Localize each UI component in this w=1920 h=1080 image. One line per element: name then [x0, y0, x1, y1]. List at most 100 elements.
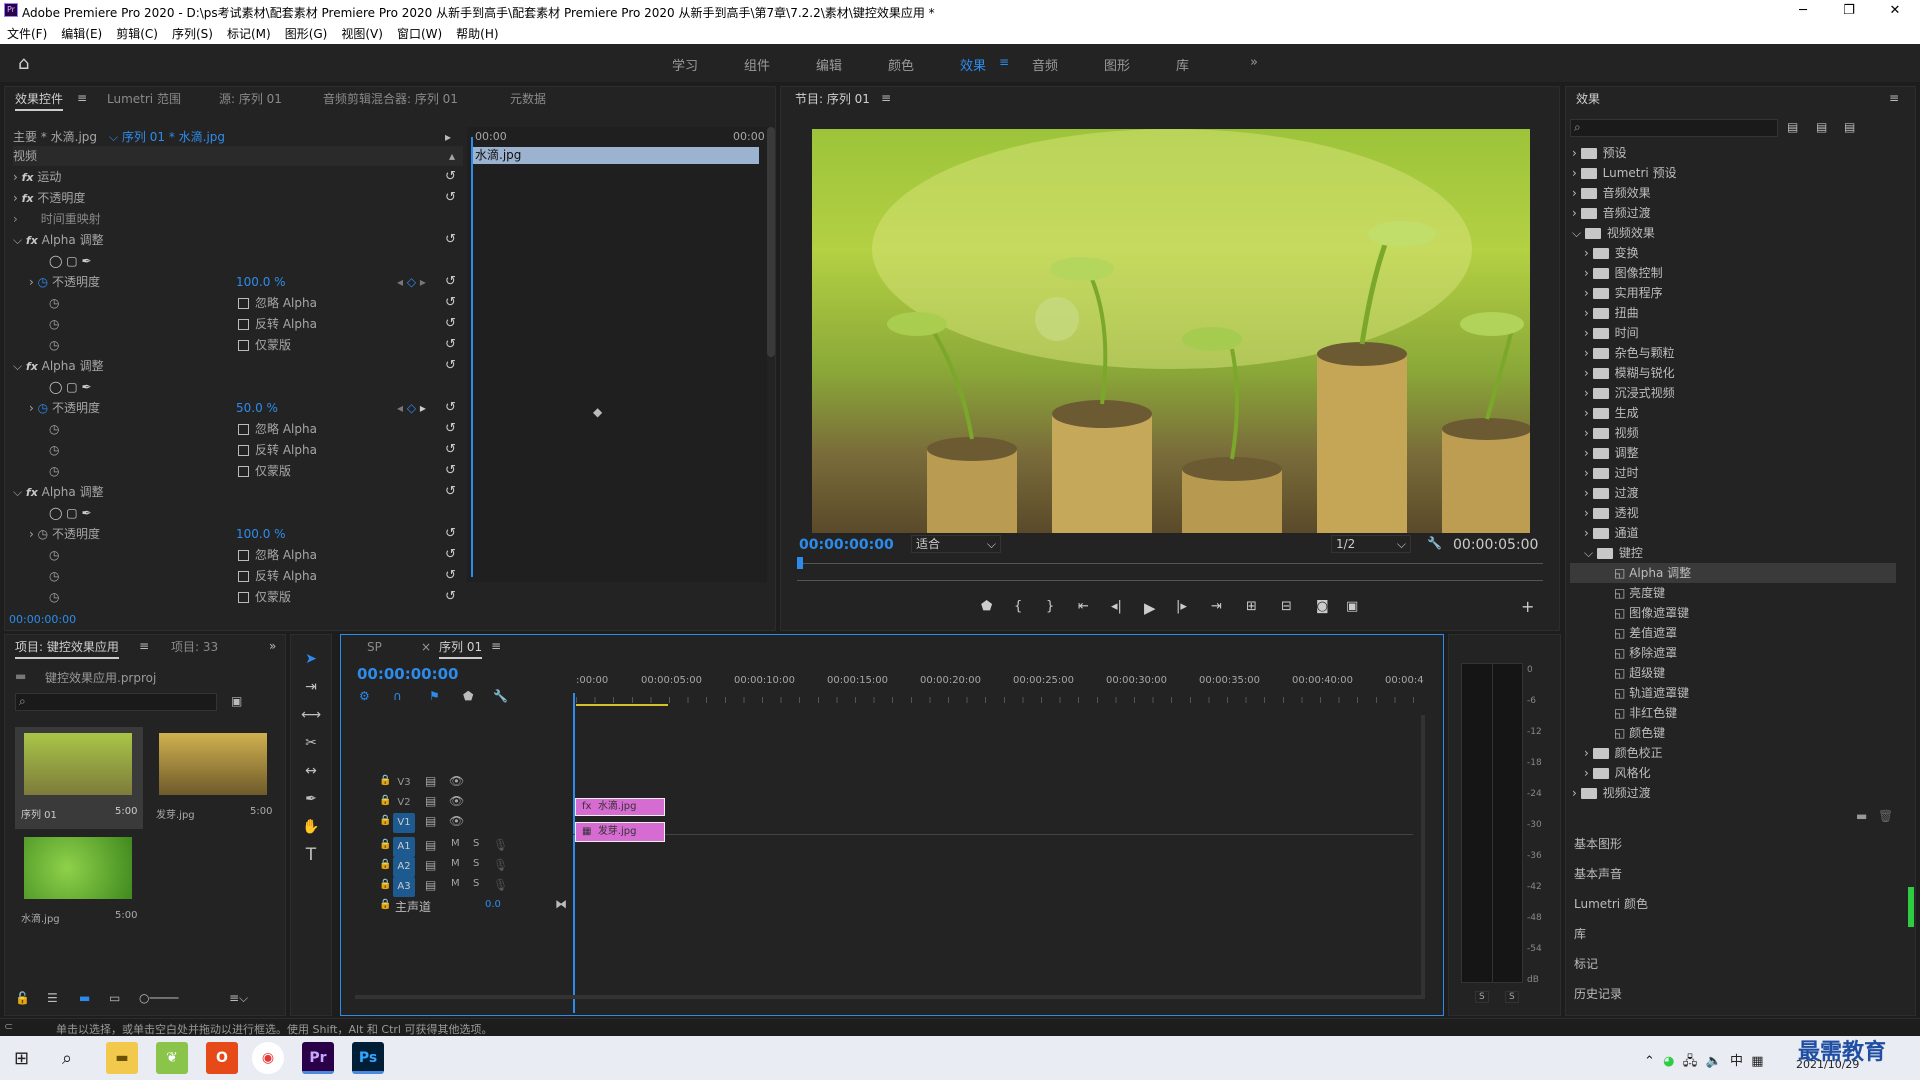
- restore-button[interactable]: ❐: [1826, 0, 1872, 22]
- ws-editing[interactable]: 编辑: [816, 55, 842, 74]
- tree-transition[interactable]: › 过渡: [1584, 483, 1639, 503]
- ec-scrollbar[interactable]: [767, 127, 775, 357]
- solo-right-button[interactable]: S: [1505, 991, 1519, 1003]
- tree-noise-grain[interactable]: › 杂色与颗粒: [1584, 343, 1675, 363]
- linked-selection-icon[interactable]: ⚑: [429, 689, 440, 703]
- sync-lock-icon[interactable]: ▤: [425, 774, 436, 788]
- more-tabs-icon[interactable]: »: [269, 639, 276, 653]
- lock-icon[interactable]: 🔒: [379, 879, 391, 890]
- tree-immersive-video[interactable]: › 沉浸式视频: [1584, 383, 1675, 403]
- mic-icon[interactable]: 🎙: [493, 878, 508, 892]
- tree-adjust[interactable]: › 调整: [1584, 443, 1639, 463]
- stopwatch-icon[interactable]: ◷: [38, 401, 48, 415]
- panel-history[interactable]: 历史记录: [1574, 985, 1622, 1002]
- selection-tool-icon[interactable]: ➤: [296, 647, 326, 671]
- eye-icon[interactable]: 👁: [449, 794, 464, 808]
- reset-icon[interactable]: ↺: [445, 359, 459, 373]
- stopwatch-icon[interactable]: ◷: [49, 293, 59, 313]
- mute-button[interactable]: M: [451, 858, 460, 869]
- tree-color-correction[interactable]: › 颜色校正: [1584, 743, 1663, 763]
- work-area-bar[interactable]: [576, 704, 668, 706]
- tree-video-effects[interactable]: ⌵ 视频效果: [1572, 223, 1655, 243]
- invert-alpha-checkbox-2[interactable]: 反转 Alpha: [238, 440, 317, 460]
- new-bin-icon[interactable]: ▬: [1856, 809, 1867, 823]
- tree-audio-transitions[interactable]: › 音频过渡: [1572, 203, 1651, 223]
- track-label[interactable]: V2: [393, 793, 415, 813]
- hand-tool-icon[interactable]: ✋: [296, 815, 326, 839]
- resolution-dropdown[interactable]: 1/2 ⌵: [1331, 535, 1411, 553]
- rect-mask-icon[interactable]: ▢: [66, 254, 77, 268]
- ignore-alpha-checkbox-1[interactable]: 忽略 Alpha: [238, 293, 317, 313]
- invert-alpha-checkbox-1[interactable]: 反转 Alpha: [238, 314, 317, 334]
- keyframe-icon[interactable]: ◆: [593, 405, 602, 419]
- tree-time[interactable]: › 时间: [1584, 323, 1639, 343]
- track-label[interactable]: V1: [393, 813, 415, 833]
- tree-track-matte-key[interactable]: ◱ 轨道遮罩键: [1614, 683, 1689, 703]
- nest-icon[interactable]: ⚙: [359, 689, 370, 703]
- timeline-h-scroll[interactable]: [355, 995, 1425, 999]
- tree-difference-matte[interactable]: ◱ 差值遮罩: [1614, 623, 1677, 643]
- reset-icon[interactable]: ↺: [445, 233, 459, 247]
- menu-help[interactable]: 帮助(H): [449, 22, 505, 42]
- clip-sprout[interactable]: ▦ 发芽.jpg: [575, 822, 665, 842]
- solo-button[interactable]: S: [473, 878, 479, 889]
- snap-icon[interactable]: ∩: [393, 689, 402, 703]
- sync-lock-icon[interactable]: ▤: [425, 814, 436, 828]
- stopwatch-icon[interactable]: ◷: [49, 566, 59, 586]
- tab-metadata[interactable]: 元数据: [510, 87, 546, 111]
- panel-menu-icon[interactable]: ≡: [491, 639, 501, 653]
- windows-start-icon[interactable]: ⊞: [14, 1048, 29, 1069]
- ws-assembly[interactable]: 组件: [744, 55, 770, 74]
- tree-channel[interactable]: › 通道: [1584, 523, 1639, 543]
- mute-button[interactable]: M: [451, 838, 460, 849]
- ignore-alpha-checkbox-3[interactable]: 忽略 Alpha: [238, 545, 317, 565]
- step-forward-icon[interactable]: |▸: [1176, 599, 1187, 614]
- more-workspaces-icon[interactable]: »: [1250, 55, 1258, 70]
- sequence-clip-dropdown[interactable]: ⌵ 序列 01 * 水滴.jpg: [109, 127, 225, 147]
- track-select-tool-icon[interactable]: ⇥: [296, 675, 326, 699]
- menu-file[interactable]: 文件(F): [0, 22, 54, 42]
- ws-audio[interactable]: 音频: [1032, 55, 1058, 74]
- extract-icon[interactable]: ⊟: [1281, 599, 1292, 614]
- reset-icon[interactable]: ↺: [445, 569, 459, 583]
- tab-audio-clip-mixer[interactable]: 音频剪辑混合器: 序列 01: [323, 87, 458, 111]
- effects-search-input[interactable]: ⌕: [1570, 119, 1778, 137]
- stopwatch-icon[interactable]: ◷: [49, 419, 59, 439]
- lock-icon[interactable]: 🔒: [379, 775, 391, 786]
- lock-icon[interactable]: 🔒: [379, 859, 391, 870]
- file-explorer-icon[interactable]: ▬: [106, 1042, 138, 1074]
- timeline-playhead[interactable]: [573, 693, 575, 1013]
- menu-graphics[interactable]: 图形(G): [278, 22, 335, 42]
- chevron-up-icon[interactable]: ⌃: [1644, 1054, 1655, 1069]
- premiere-taskbar-icon[interactable]: Pr: [302, 1042, 334, 1074]
- track-label[interactable]: A3: [393, 877, 415, 897]
- stopwatch-icon[interactable]: ◷: [49, 335, 59, 355]
- volume-icon[interactable]: 🔈: [1706, 1054, 1722, 1069]
- comparison-view-icon[interactable]: ▣: [1346, 599, 1358, 614]
- fit-dropdown[interactable]: 适合 ⌵: [911, 535, 1001, 553]
- timeline-timecode[interactable]: 00:00:00:00: [357, 665, 459, 683]
- menu-clip[interactable]: 剪辑(C): [109, 22, 165, 42]
- master-jump-icon[interactable]: ⧓: [555, 897, 567, 911]
- menu-window[interactable]: 窗口(W): [390, 22, 449, 42]
- alpha-adjust-row-2[interactable]: ⌵ fx Alpha 调整: [13, 356, 104, 376]
- ripple-edit-tool-icon[interactable]: ⟷: [296, 703, 326, 727]
- panel-essential-sound[interactable]: 基本声音: [1574, 865, 1622, 882]
- reset-icon[interactable]: ↺: [445, 401, 459, 415]
- project-item-sequence[interactable]: 序列 01 5:00: [15, 727, 143, 829]
- ignore-alpha-checkbox-2[interactable]: 忽略 Alpha: [238, 419, 317, 439]
- keyframe-nav[interactable]: ◂ ◇ ▸: [397, 398, 426, 418]
- tree-distort[interactable]: › 扭曲: [1584, 303, 1639, 323]
- opacity-value-1[interactable]: 100.0 %: [236, 272, 286, 292]
- new-search-bin-icon[interactable]: ▣: [231, 694, 242, 708]
- vertical-scroll-indicator[interactable]: [1908, 887, 1914, 927]
- opacity-row[interactable]: › fx 不透明度: [13, 188, 85, 208]
- pen-mask-icon[interactable]: ✒: [81, 380, 91, 394]
- ime-indicator[interactable]: 中: [1730, 1054, 1743, 1069]
- list-view-icon[interactable]: ☰: [47, 991, 58, 1005]
- stopwatch-icon[interactable]: ◷: [49, 587, 59, 607]
- program-tc-current[interactable]: 00:00:00:00: [799, 537, 894, 553]
- office-icon[interactable]: O: [206, 1042, 238, 1074]
- tree-luma-key[interactable]: ◱ 亮度键: [1614, 583, 1665, 603]
- play-triangle-icon[interactable]: ▸: [445, 127, 451, 147]
